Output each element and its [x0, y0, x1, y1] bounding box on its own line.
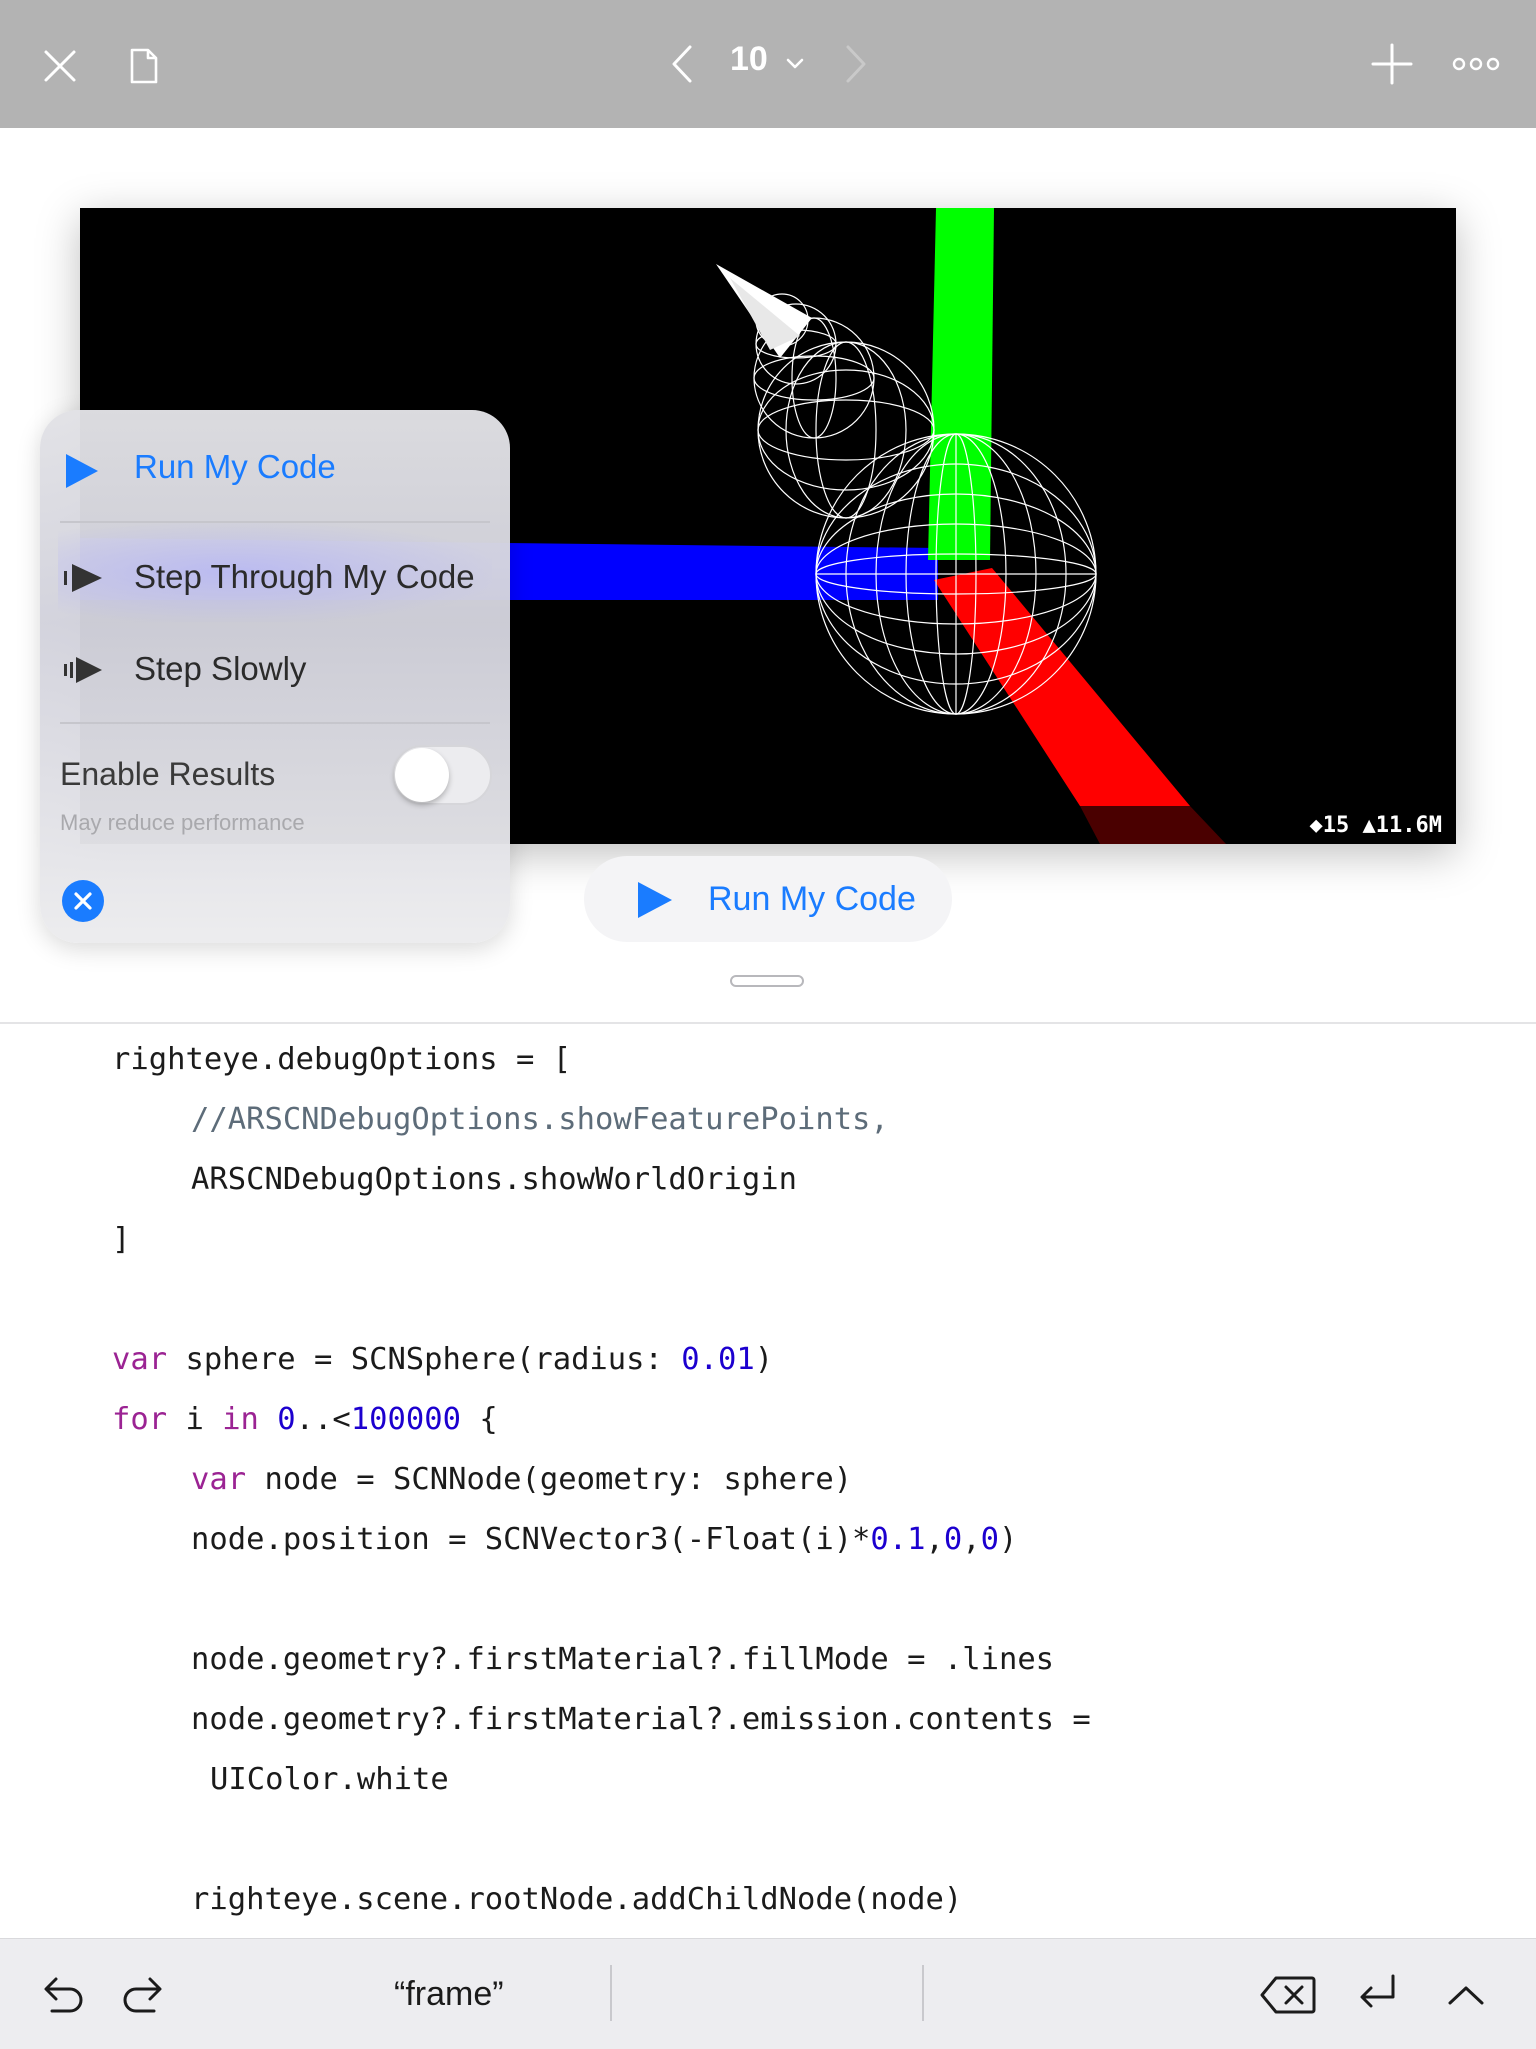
triangle-count: ▲11.6M [1362, 813, 1442, 838]
step-through-label: Step Through My Code [134, 558, 475, 595]
separator [922, 1965, 924, 2021]
shortcut-bar: “frame” [0, 1938, 1536, 2049]
code-line[interactable]: righteye.debugOptions = [ [112, 1042, 571, 1077]
x-axis [934, 568, 1190, 806]
close-icon [74, 892, 92, 910]
more-icon[interactable] [1450, 52, 1502, 76]
suggestion-frame[interactable]: “frame” [394, 1975, 504, 2014]
step-through-option[interactable]: Step Through My Code [40, 532, 510, 622]
return-icon[interactable] [1354, 1971, 1402, 2015]
toggle-knob [395, 748, 449, 802]
redo-icon[interactable] [118, 1973, 166, 2017]
enable-results-toggle[interactable] [392, 745, 492, 805]
code-line[interactable]: ] [112, 1222, 130, 1257]
node-count: ◆15 [1309, 813, 1350, 838]
top-toolbar: 10 [0, 0, 1536, 128]
delete-backward-icon[interactable] [1258, 1973, 1318, 2017]
enable-results-label: Enable Results [60, 756, 276, 792]
plus-icon[interactable] [1370, 42, 1414, 86]
page-number[interactable]: 10 [730, 40, 768, 79]
separator [60, 521, 490, 523]
run-my-code-label: Run My Code [134, 448, 336, 485]
chevron-down-icon[interactable] [782, 52, 808, 76]
enable-results-hint: May reduce performance [60, 810, 305, 835]
code-line[interactable]: ARSCNDebugOptions.showWorldOrigin [191, 1162, 797, 1197]
chevron-right-icon[interactable] [838, 40, 874, 88]
undo-icon[interactable] [40, 1973, 88, 2017]
step-slowly-label: Step Slowly [134, 650, 307, 687]
render-stats: ◆15 ▲11.6M [1310, 813, 1442, 838]
close-popover-button[interactable] [62, 880, 104, 922]
run-my-code-button-label: Run My Code [708, 879, 916, 918]
code-line[interactable]: //ARSCNDebugOptions.showFeaturePoints, [191, 1102, 889, 1137]
code-line[interactable]: node.geometry?.firstMaterial?.emission.c… [191, 1702, 1091, 1737]
code-line[interactable]: var sphere = SCNSphere(radius: 0.01) [112, 1342, 773, 1377]
code-line[interactable]: var node = SCNNode(geometry: sphere) [191, 1462, 852, 1497]
run-my-code-button[interactable]: Run My Code [584, 856, 952, 942]
chevron-left-icon[interactable] [664, 40, 700, 88]
separator [610, 1965, 612, 2021]
step-through-icon [62, 563, 104, 598]
chevron-up-icon[interactable] [1444, 1975, 1488, 2015]
step-slowly-option[interactable]: Step Slowly [40, 624, 510, 714]
run-my-code-option[interactable]: Run My Code [40, 422, 510, 512]
document-icon[interactable] [124, 44, 164, 88]
resize-handle[interactable] [730, 975, 804, 987]
divider [0, 1022, 1536, 1024]
play-icon [64, 452, 100, 495]
code-line[interactable]: for i in 0..<100000 { [112, 1402, 498, 1437]
separator [60, 722, 490, 724]
run-options-popover: Run My Code Step Through My Code Step Sl… [40, 410, 510, 943]
code-line[interactable]: node.geometry?.firstMaterial?.fillMode =… [191, 1642, 1054, 1677]
step-slowly-icon [62, 656, 104, 689]
code-line[interactable]: node.position = SCNVector3(-Float(i)*0.1… [191, 1522, 1017, 1557]
close-icon[interactable] [38, 44, 82, 88]
code-line[interactable]: righteye.scene.rootNode.addChildNode(nod… [191, 1882, 962, 1917]
code-line[interactable]: UIColor.white [210, 1762, 449, 1797]
code-editor[interactable]: righteye.debugOptions = [ //ARSCNDebugOp… [0, 1036, 1536, 1936]
play-icon [636, 880, 674, 925]
